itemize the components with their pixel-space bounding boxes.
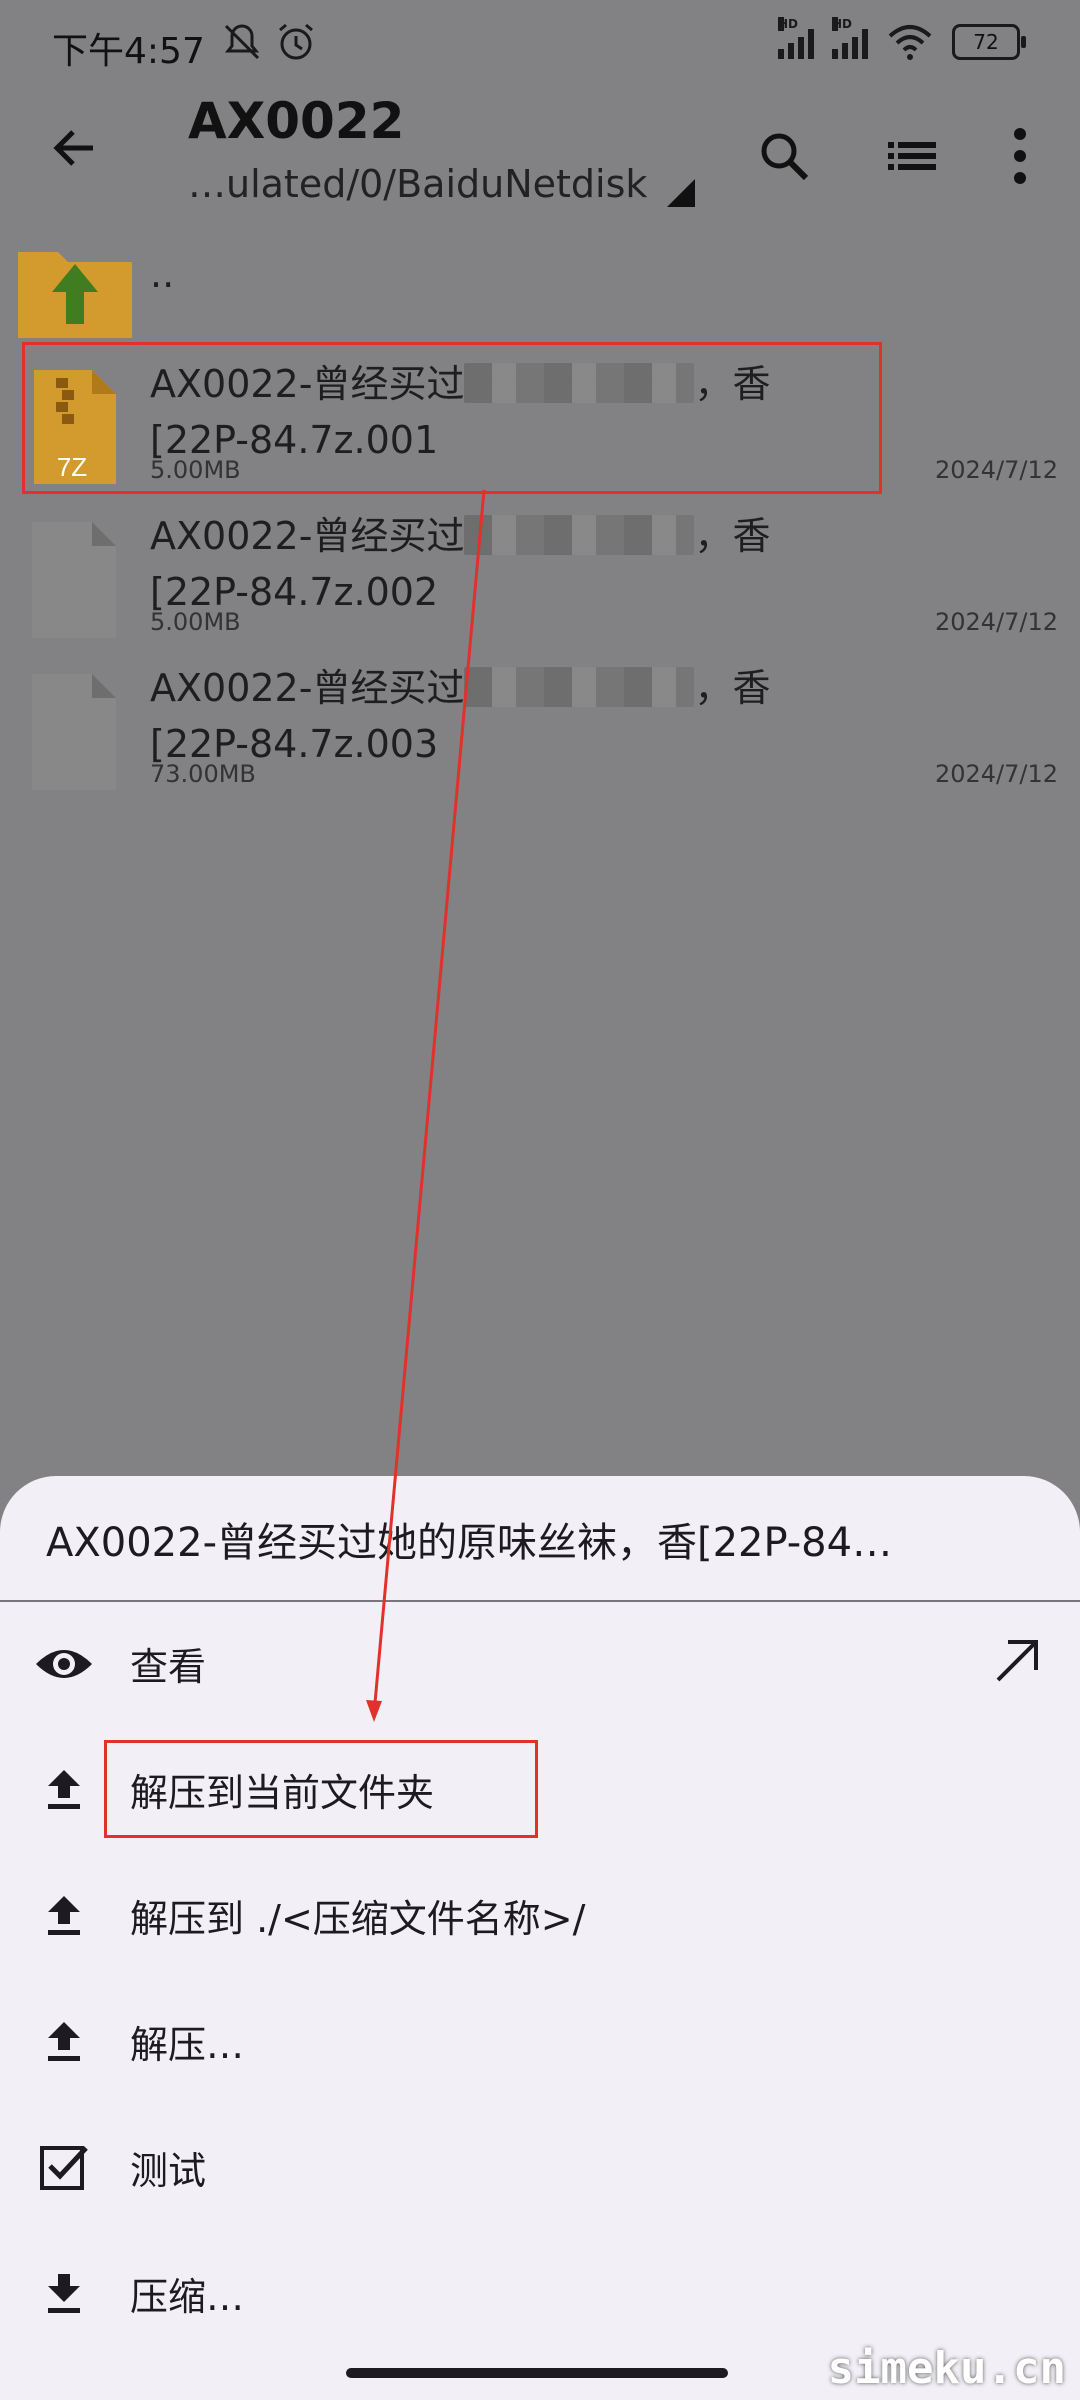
watermark: simeku.cn [827,2343,1066,2394]
home-indicator[interactable] [346,2368,728,2378]
annotation-arrow [366,489,486,1722]
